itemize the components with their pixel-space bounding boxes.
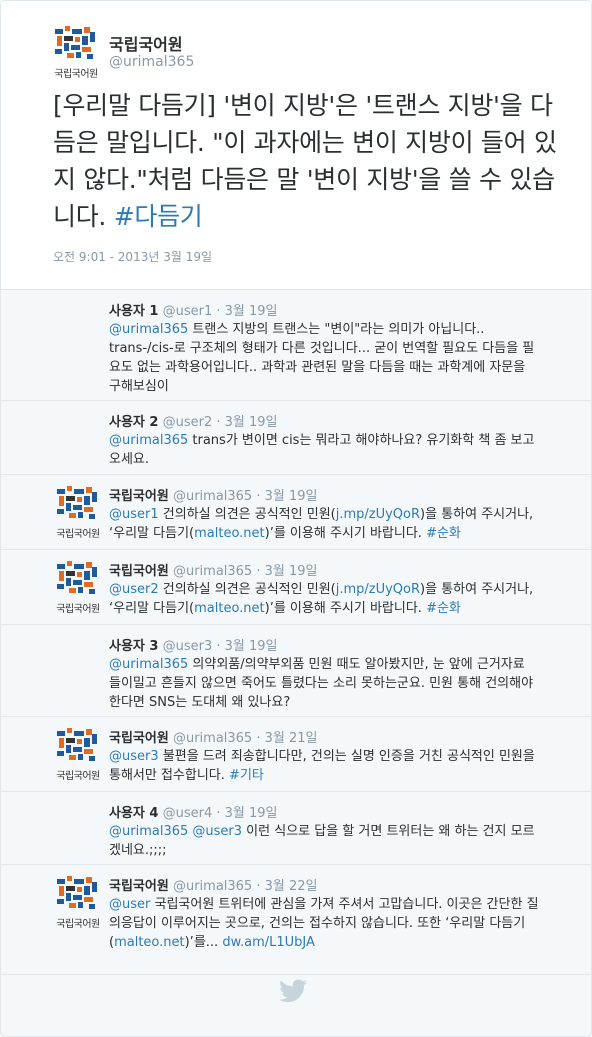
reply-header: 사용자 1 @user1 · 3월 19일 — [109, 300, 278, 319]
reply-header: 사용자 4 @user4 · 3월 19일 — [109, 802, 278, 821]
reply-date[interactable]: · 3월 19일 — [256, 489, 317, 504]
reply-date[interactable]: · 3월 19일 — [216, 304, 277, 319]
reply-header: 국립국어원 @urimal365 · 3월 19일 — [109, 485, 318, 504]
reply-item: 사용자 3 @user3 · 3월 19일 @urimal365 의약외품/의약… — [1, 625, 591, 717]
reply-author[interactable]: 국립국어원 — [109, 731, 169, 746]
logo-caption: 국립국어원 — [56, 771, 100, 782]
reply-author[interactable]: 국립국어원 — [109, 564, 169, 579]
reply-body: )’를 이용해 주시기 바랍니다. — [264, 601, 427, 616]
mention-link[interactable]: @user3 — [192, 824, 242, 839]
reply-text: @urimal365 trans가 변이면 cis는 뭐라고 해야하나요? 유기… — [109, 431, 539, 469]
mention-link[interactable]: @urimal365 — [109, 322, 188, 337]
reply-date[interactable]: · 3월 19일 — [216, 806, 277, 821]
hashtag-link[interactable]: #기타 — [229, 768, 264, 783]
mention-link[interactable]: @urimal365 — [109, 657, 188, 672]
mention-link[interactable]: @urimal365 — [109, 433, 188, 448]
reply-item: 사용자 1 @user1 · 3월 19일 @urimal365 트랜스 지방의… — [1, 290, 591, 401]
reply-author[interactable]: 사용자 4 — [109, 806, 158, 821]
url-link[interactable]: dw.am/L1UbJA — [222, 935, 315, 950]
tweet-timestamp[interactable]: 오전 9:01 - 2013년 3월 19일 — [53, 248, 212, 265]
reply-text: @user2 건의하실 의견은 공식적인 민원(j.mp/zUyQoR)을 통하… — [109, 580, 539, 618]
nikl-logo-icon[interactable]: 국립국어원 — [47, 23, 105, 80]
reply-item: 국립국어원 국립국어원 @urimal365 · 3월 19일 @user1 건… — [1, 475, 591, 550]
reply-body: 건의하실 의견은 공식적인 민원( — [158, 507, 336, 522]
main-tweet: 국립국어원 국립국어원 @urimal365 [우리말 다듬기] '변이 지방'… — [1, 1, 591, 290]
reply-text: @user1 건의하실 의견은 공식적인 민원(j.mp/zUyQoR)을 통하… — [109, 505, 539, 543]
reply-author[interactable]: 사용자 2 — [109, 415, 158, 430]
nikl-logo-icon[interactable]: 국립국어원 — [49, 558, 107, 615]
reply-handle[interactable]: @urimal365 — [173, 731, 252, 746]
hashtag-link[interactable]: #순화 — [426, 601, 461, 616]
reply-handle[interactable]: @user3 — [163, 639, 213, 654]
reply-body: )’를... — [184, 935, 223, 950]
reply-handle[interactable]: @user1 — [163, 304, 213, 319]
reply-item: 국립국어원 국립국어원 @urimal365 · 3월 22일 @user 국립… — [1, 865, 591, 975]
nikl-logo-icon[interactable]: 국립국어원 — [49, 873, 107, 930]
reply-date[interactable]: · 3월 22일 — [256, 879, 317, 894]
reply-text: @urimal365 @user3 이런 식으로 답을 할 거면 트위터는 왜 … — [109, 822, 539, 860]
mention-link[interactable]: @urimal365 — [109, 824, 188, 839]
reply-handle[interactable]: @urimal365 — [173, 489, 252, 504]
reply-handle[interactable]: @urimal365 — [173, 879, 252, 894]
hashtag-link[interactable]: #순화 — [426, 526, 461, 541]
nikl-logo-icon[interactable]: 국립국어원 — [49, 725, 107, 782]
reply-body: 불편을 드려 죄송합니다만, 건의는 실명 인증을 거친 공식적인 민원을 통해… — [109, 749, 535, 783]
reply-header: 국립국어원 @urimal365 · 3월 19일 — [109, 560, 318, 579]
reply-item: 국립국어원 국립국어원 @urimal365 · 3월 19일 @user2 건… — [1, 550, 591, 625]
reply-author[interactable]: 국립국어원 — [109, 879, 169, 894]
reply-date[interactable]: · 3월 19일 — [256, 564, 317, 579]
logo-caption: 국립국어원 — [56, 604, 100, 615]
reply-body: 건의하실 의견은 공식적인 민원( — [158, 582, 336, 597]
mention-link[interactable]: @user — [109, 897, 150, 912]
logo-caption: 국립국어원 — [54, 69, 98, 80]
url-link[interactable]: j.mp/zUyQoR — [336, 582, 420, 597]
tweet-text: [우리말 다듬기] '변이 지방'은 '트랜스 지방'을 다듬은 말입니다. "… — [53, 87, 563, 235]
reply-list: 사용자 1 @user1 · 3월 19일 @urimal365 트랜스 지방의… — [1, 290, 591, 975]
logo-caption: 국립국어원 — [56, 919, 100, 930]
nikl-logo-icon[interactable]: 국립국어원 — [49, 483, 107, 540]
reply-header: 사용자 2 @user2 · 3월 19일 — [109, 411, 278, 430]
reply-date[interactable]: · 3월 19일 — [216, 415, 277, 430]
reply-author[interactable]: 국립국어원 — [109, 489, 169, 504]
mention-link[interactable]: @user2 — [109, 582, 159, 597]
reply-author[interactable]: 사용자 1 — [109, 304, 158, 319]
hashtag-link[interactable]: #다듬기 — [114, 202, 203, 231]
reply-item: 국립국어원 국립국어원 @urimal365 · 3월 21일 @user3 불… — [1, 717, 591, 792]
reply-header: 국립국어원 @urimal365 · 3월 22일 — [109, 875, 318, 894]
reply-item: 사용자 4 @user4 · 3월 19일 @urimal365 @user3 … — [1, 792, 591, 865]
url-link[interactable]: malteo.net — [194, 526, 265, 541]
reply-handle[interactable]: @urimal365 — [173, 564, 252, 579]
account-name[interactable]: 국립국어원 — [109, 31, 183, 55]
reply-date[interactable]: · 3월 19일 — [216, 639, 277, 654]
reply-author[interactable]: 사용자 3 — [109, 639, 158, 654]
reply-item: 사용자 2 @user2 · 3월 19일 @urimal365 trans가 … — [1, 401, 591, 475]
reply-text: @user3 불편을 드려 죄송합니다만, 건의는 실명 인증을 거친 공식적인… — [109, 747, 539, 785]
mention-link[interactable]: @user3 — [109, 749, 159, 764]
tweet-embed-card: 국립국어원 국립국어원 @urimal365 [우리말 다듬기] '변이 지방'… — [0, 0, 592, 1037]
reply-header: 사용자 3 @user3 · 3월 19일 — [109, 635, 278, 654]
reply-body: )’를 이용해 주시기 바랍니다. — [264, 526, 427, 541]
mention-link[interactable]: @user1 — [109, 507, 159, 522]
url-link[interactable]: malteo.net — [194, 601, 265, 616]
account-handle[interactable]: @urimal365 — [109, 54, 194, 70]
reply-text: @urimal365 의약외품/의약부외품 민원 때도 알아봤지만, 눈 앞에 … — [109, 655, 539, 712]
reply-text: @urimal365 트랜스 지방의 트랜스는 "변이"라는 의미가 아닙니다.… — [109, 320, 539, 396]
twitter-bird-icon[interactable] — [279, 979, 307, 1007]
reply-handle[interactable]: @user2 — [163, 415, 213, 430]
url-link[interactable]: malteo.net — [114, 935, 185, 950]
reply-header: 국립국어원 @urimal365 · 3월 21일 — [109, 727, 318, 746]
reply-text: @user 국립국어원 트위터에 관심을 가져 주셔서 고맙습니다. 이곳은 간… — [109, 895, 539, 952]
logo-caption: 국립국어원 — [56, 529, 100, 540]
url-link[interactable]: j.mp/zUyQoR — [336, 507, 420, 522]
reply-handle[interactable]: @user4 — [163, 806, 213, 821]
reply-date[interactable]: · 3월 21일 — [256, 731, 317, 746]
